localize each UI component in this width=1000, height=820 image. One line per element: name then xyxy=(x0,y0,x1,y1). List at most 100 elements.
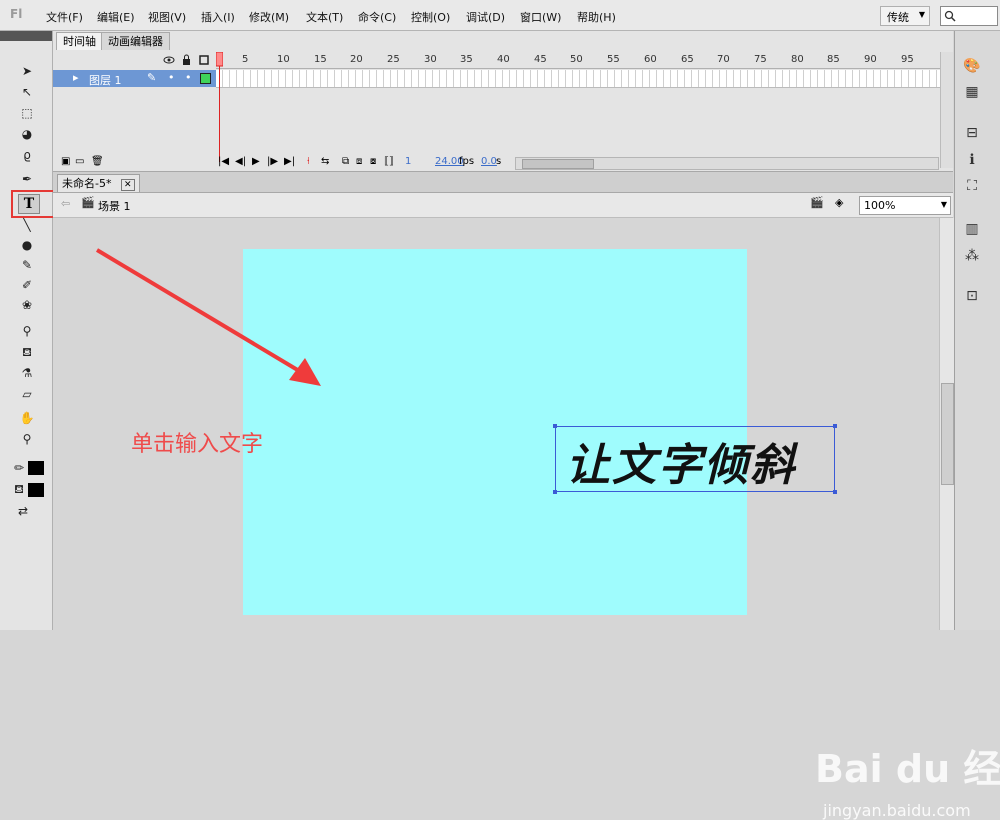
frame-number: 75 xyxy=(754,54,767,65)
edit-symbols-icon[interactable]: ◈ xyxy=(835,196,843,209)
visibility-dot[interactable]: • xyxy=(168,71,175,84)
annotation-text: 单击输入文字 xyxy=(131,432,264,457)
search-icon xyxy=(944,10,956,22)
fill-color-swatch[interactable] xyxy=(28,483,44,497)
frame-number: 30 xyxy=(424,54,437,65)
stroke-color-swatch[interactable] xyxy=(28,461,44,475)
scene-label[interactable]: 场景 1 xyxy=(98,198,131,214)
frame-number: 5 xyxy=(242,54,249,65)
zoom-select[interactable]: 100% ▼ xyxy=(859,196,951,215)
menu-help[interactable]: 帮助(H) xyxy=(577,9,616,25)
transform-panel-icon[interactable]: ⛶ xyxy=(963,177,981,195)
outline-icon[interactable] xyxy=(199,55,209,65)
swap-colors-icon[interactable]: ⇄ xyxy=(12,502,34,520)
menu-control[interactable]: 控制(O) xyxy=(411,9,450,25)
library-panel-icon[interactable]: ▥ xyxy=(963,220,981,238)
eye-icon[interactable] xyxy=(163,56,175,64)
menu-view[interactable]: 视图(V) xyxy=(148,9,186,25)
free-transform-tool-icon[interactable]: ⬚ xyxy=(16,104,38,122)
frame-number: 10 xyxy=(277,54,290,65)
workspace-select[interactable]: 传统 ▼ xyxy=(880,6,930,26)
eyedropper-tool-icon[interactable]: ⚗ xyxy=(16,364,38,382)
layer-outline-color[interactable] xyxy=(200,73,211,84)
pasteboard[interactable]: 让文字倾斜 单击输入文字 Bai du 经验 jingyan.baidu.com xyxy=(53,218,1000,820)
info-panel-icon[interactable]: ℹ xyxy=(963,151,981,169)
back-arrow-icon[interactable]: ⇦ xyxy=(61,197,70,210)
stage-scrollbar[interactable] xyxy=(939,218,954,630)
edit-multiple-frames-icon[interactable]: ⧇ xyxy=(370,156,376,167)
color-panel-icon[interactable]: 🎨 xyxy=(963,57,981,75)
current-frame-value[interactable]: 1 xyxy=(405,156,411,167)
bone-tool-icon[interactable]: ⚲ xyxy=(16,322,38,340)
align-panel-icon[interactable]: ⊟ xyxy=(963,124,981,142)
timeline-scrollbar[interactable] xyxy=(940,52,953,168)
document-tab[interactable]: 未命名-5* ✕ xyxy=(57,174,140,192)
components-panel-icon[interactable]: ⁂ xyxy=(963,247,981,265)
text-tool-icon[interactable]: T xyxy=(18,194,40,214)
selection-tool-icon[interactable]: ➤ xyxy=(16,62,38,80)
stage-scrollbar-thumb[interactable] xyxy=(941,383,954,485)
menu-commands[interactable]: 命令(C) xyxy=(358,9,396,25)
step-back-icon[interactable]: ◀| xyxy=(235,156,246,167)
line-tool-icon[interactable]: ╲ xyxy=(16,216,38,234)
menu-insert[interactable]: 插入(I) xyxy=(201,9,235,25)
close-icon[interactable]: ✕ xyxy=(120,179,135,191)
lock-dot[interactable]: • xyxy=(185,71,192,84)
menu-window[interactable]: 窗口(W) xyxy=(520,9,561,25)
zoom-tool-icon[interactable]: ⚲ xyxy=(16,430,38,448)
hand-tool-icon[interactable]: ✋ xyxy=(16,409,38,427)
right-dock: 🎨 ▦ ⊟ ℹ ⛶ ▥ ⁂ ⊡ xyxy=(954,31,1000,630)
menu-modify[interactable]: 修改(M) xyxy=(249,9,289,25)
pencil-tool-icon[interactable]: ✎ xyxy=(16,256,38,274)
swatches-panel-icon[interactable]: ▦ xyxy=(963,83,981,101)
frame-ruler[interactable]: 1 5 10 15 20 25 30 35 40 45 50 55 60 65 … xyxy=(216,52,941,69)
timeline-hscroll[interactable] xyxy=(515,157,939,170)
modify-onion-markers-icon[interactable]: ⟦⟧ xyxy=(384,156,394,167)
3d-rotation-tool-icon[interactable]: ◕ xyxy=(16,125,38,143)
edit-scene-icon[interactable]: 🎬 xyxy=(810,196,824,209)
stage-text[interactable]: 让文字倾斜 xyxy=(566,429,796,493)
go-to-last-frame-icon[interactable]: ▶| xyxy=(284,156,295,167)
menu-edit[interactable]: 编辑(E) xyxy=(97,9,135,25)
lasso-tool-icon[interactable]: ϱ xyxy=(16,146,38,164)
menu-file[interactable]: 文件(F) xyxy=(46,9,83,25)
playhead[interactable] xyxy=(216,52,223,162)
loop-icon[interactable]: ⇆ xyxy=(321,156,329,167)
tab-motion-editor[interactable]: 动画编辑器 xyxy=(101,32,170,50)
new-layer-icon[interactable]: ▣ xyxy=(61,156,70,167)
frame-number: 35 xyxy=(460,54,473,65)
layer-name[interactable]: 图层 1 xyxy=(89,72,122,88)
resize-handle[interactable] xyxy=(833,490,837,494)
paint-bucket-tool-icon[interactable]: ⛾ xyxy=(16,343,38,361)
center-frame-icon[interactable]: ⍿ xyxy=(307,156,310,167)
delete-layer-icon[interactable]: 🗑 xyxy=(91,156,104,167)
tab-timeline[interactable]: 时间轴 xyxy=(56,32,103,50)
new-folder-icon[interactable]: ▭ xyxy=(75,156,84,167)
search-input[interactable] xyxy=(940,6,998,26)
brush-tool-icon[interactable]: ✐ xyxy=(16,276,38,294)
menu-text[interactable]: 文本(T) xyxy=(306,9,343,25)
text-field-selection[interactable]: 让文字倾斜 xyxy=(553,424,837,494)
deco-tool-icon[interactable]: ❀ xyxy=(16,296,38,314)
play-icon[interactable]: ▶ xyxy=(252,156,260,167)
go-to-first-frame-icon[interactable]: |◀ xyxy=(218,156,229,167)
onion-outline-icon[interactable]: ⧈ xyxy=(356,156,362,167)
resize-handle[interactable] xyxy=(553,490,557,494)
resize-handle[interactable] xyxy=(833,424,837,428)
timeline-hscroll-thumb[interactable] xyxy=(522,159,594,169)
resize-handle[interactable] xyxy=(553,424,557,428)
frames-row[interactable] xyxy=(216,70,941,88)
oval-tool-icon[interactable]: ● xyxy=(16,236,38,254)
layer-row[interactable]: ▸ 图层 1 ✎ • • xyxy=(53,70,216,87)
lock-icon[interactable] xyxy=(183,54,190,65)
pen-tool-icon[interactable]: ✒ xyxy=(16,170,38,188)
motion-presets-icon[interactable]: ⊡ xyxy=(963,287,981,305)
eraser-tool-icon[interactable]: ▱ xyxy=(16,385,38,403)
subselection-tool-icon[interactable]: ↖ xyxy=(16,83,38,101)
tools-panel-header[interactable] xyxy=(0,31,52,41)
onion-skin-icon[interactable]: ⧉ xyxy=(342,156,349,167)
layer-icon: ▸ xyxy=(73,71,79,84)
menu-debug[interactable]: 调试(D) xyxy=(466,9,505,25)
time-value[interactable]: 0.0 xyxy=(481,156,497,167)
step-forward-icon[interactable]: |▶ xyxy=(267,156,278,167)
